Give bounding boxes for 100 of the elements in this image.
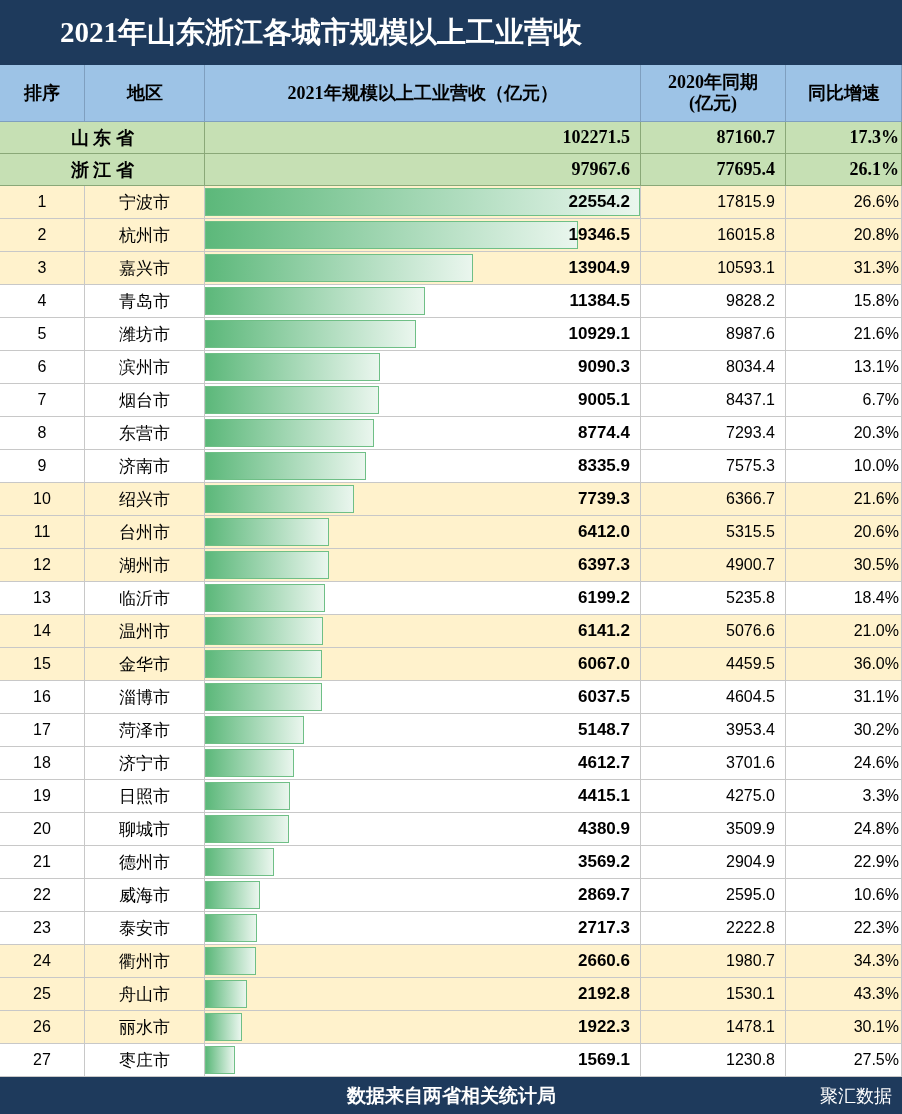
table-cell: 6366.7	[641, 483, 786, 516]
table-cell: 5	[0, 318, 85, 351]
table-cell: 102271.5	[205, 122, 641, 154]
table-cell: 25	[0, 978, 85, 1011]
table-cell: 31.1%	[786, 681, 902, 714]
table-cell: 19	[0, 780, 85, 813]
bar-value: 6397.3	[578, 555, 631, 575]
table-cell: 13.1%	[786, 351, 902, 384]
table-cell: 30.2%	[786, 714, 902, 747]
table-cell: 潍坊市	[85, 318, 205, 351]
province-name: 浙 江 省	[0, 154, 205, 186]
table-cell: 10.0%	[786, 450, 902, 483]
table-cell: 宁波市	[85, 186, 205, 219]
table-cell: 17.3%	[786, 122, 902, 154]
table-cell: 日照市	[85, 780, 205, 813]
table-cell: 9	[0, 450, 85, 483]
table-cell: 6.7%	[786, 384, 902, 417]
table-cell: 温州市	[85, 615, 205, 648]
column-header: 地区	[85, 65, 205, 122]
province-name: 山 东 省	[0, 122, 205, 154]
bar-value: 9090.3	[578, 357, 631, 377]
table-cell: 衢州市	[85, 945, 205, 978]
column-header: 同比增速	[786, 65, 902, 122]
table-cell: 滨州市	[85, 351, 205, 384]
table-cell: 4	[0, 285, 85, 318]
table-cell: 8034.4	[641, 351, 786, 384]
table-cell: 11	[0, 516, 85, 549]
bar-value: 2192.8	[578, 984, 631, 1004]
table-cell: 21.6%	[786, 318, 902, 351]
table-cell: 43.3%	[786, 978, 902, 1011]
bar-value: 5148.7	[578, 720, 631, 740]
table-cell: 菏泽市	[85, 714, 205, 747]
table-cell: 22	[0, 879, 85, 912]
table-cell: 淄博市	[85, 681, 205, 714]
bar-value: 3569.2	[578, 852, 631, 872]
table-cell: 10.6%	[786, 879, 902, 912]
table-cell: 7	[0, 384, 85, 417]
bar-value: 4612.7	[578, 753, 631, 773]
table-cell: 1980.7	[641, 945, 786, 978]
table-cell: 9828.2	[641, 285, 786, 318]
table-cell: 5076.6	[641, 615, 786, 648]
table-cell: 26.1%	[786, 154, 902, 186]
table-cell: 舟山市	[85, 978, 205, 1011]
table-cell: 24.6%	[786, 747, 902, 780]
table-cell: 20	[0, 813, 85, 846]
table-cell: 14	[0, 615, 85, 648]
brand-text: 聚汇数据	[820, 1083, 892, 1108]
table-cell: 18	[0, 747, 85, 780]
table-cell: 23	[0, 912, 85, 945]
bar-value: 10929.1	[568, 324, 631, 344]
table-cell: 87160.7	[641, 122, 786, 154]
bar-value: 8774.4	[578, 423, 631, 443]
table-cell: 26.6%	[786, 186, 902, 219]
table-cell: 10593.1	[641, 252, 786, 285]
table-cell: 济南市	[85, 450, 205, 483]
table-cell: 聊城市	[85, 813, 205, 846]
table-cell: 22.3%	[786, 912, 902, 945]
bar-value: 6199.2	[578, 588, 631, 608]
table-cell: 16	[0, 681, 85, 714]
table-cell: 24	[0, 945, 85, 978]
bar-value: 4415.1	[578, 786, 631, 806]
table-cell: 2595.0	[641, 879, 786, 912]
table-cell: 34.3%	[786, 945, 902, 978]
table-cell: 枣庄市	[85, 1044, 205, 1077]
table-cell: 27	[0, 1044, 85, 1077]
table-cell: 27.5%	[786, 1044, 902, 1077]
table-cell: 1478.1	[641, 1011, 786, 1044]
column-header: 2020年同期 (亿元)	[641, 65, 786, 122]
table-cell: 烟台市	[85, 384, 205, 417]
table-cell: 嘉兴市	[85, 252, 205, 285]
table-cell: 7293.4	[641, 417, 786, 450]
table-cell: 13	[0, 582, 85, 615]
table-cell: 21.6%	[786, 483, 902, 516]
bar-value: 2717.3	[578, 918, 631, 938]
bar-value: 8335.9	[578, 456, 631, 476]
bar-value: 4380.9	[578, 819, 631, 839]
table-cell: 16015.8	[641, 219, 786, 252]
table-cell: 临沂市	[85, 582, 205, 615]
table-cell: 东营市	[85, 417, 205, 450]
table-cell: 31.3%	[786, 252, 902, 285]
table-cell: 济宁市	[85, 747, 205, 780]
bar-value: 6037.5	[578, 687, 631, 707]
bar-value: 11384.5	[569, 291, 631, 311]
table-cell: 威海市	[85, 879, 205, 912]
table-cell: 21	[0, 846, 85, 879]
table-cell: 20.3%	[786, 417, 902, 450]
table-cell: 3953.4	[641, 714, 786, 747]
table-cell: 台州市	[85, 516, 205, 549]
table-cell: 26	[0, 1011, 85, 1044]
table-cell: 77695.4	[641, 154, 786, 186]
table-cell: 4275.0	[641, 780, 786, 813]
bar-value: 6141.2	[578, 621, 631, 641]
table-cell: 2222.8	[641, 912, 786, 945]
table-cell: 36.0%	[786, 648, 902, 681]
table-cell: 3	[0, 252, 85, 285]
table-cell: 30.5%	[786, 549, 902, 582]
table-cell: 30.1%	[786, 1011, 902, 1044]
table-cell: 杭州市	[85, 219, 205, 252]
bar-value: 9005.1	[578, 390, 631, 410]
table-cell: 2904.9	[641, 846, 786, 879]
